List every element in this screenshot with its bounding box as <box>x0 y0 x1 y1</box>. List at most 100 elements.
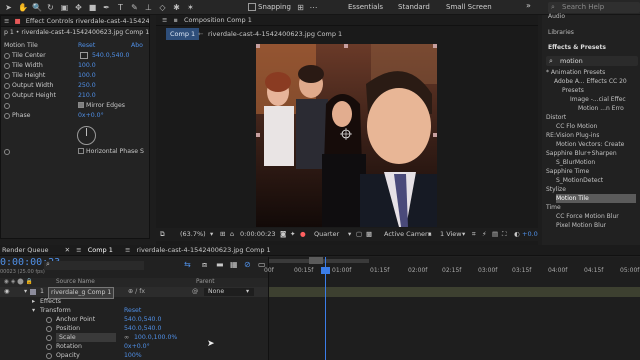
tree-item[interactable]: Presets <box>562 86 584 95</box>
transparency-grid-icon[interactable]: ▩ <box>366 228 372 241</box>
property-value[interactable]: 540.0,540.0 <box>124 324 161 333</box>
column-source-name[interactable]: Source Name <box>56 278 95 287</box>
rotate-tool-icon[interactable]: ↻ <box>46 3 55 12</box>
effects-presets-title[interactable]: Effects & Presets <box>548 43 606 52</box>
exposure-value[interactable]: +0.0 <box>522 228 538 241</box>
property-row-effects[interactable]: ▸ Effects <box>0 297 268 306</box>
transform-handle[interactable] <box>256 44 260 48</box>
toggle-view-icon[interactable]: ⌗ <box>472 228 476 241</box>
property-value[interactable]: 0x+0.0° <box>124 342 150 351</box>
tree-item[interactable]: Sapphire Time <box>546 167 589 176</box>
pan-behind-tool-icon[interactable]: ✥ <box>74 3 83 12</box>
tree-item[interactable]: CC Force Motion Blur <box>556 212 619 221</box>
draft-3d-icon[interactable]: ⧈ <box>202 260 207 270</box>
fast-preview-icon[interactable]: ⚡ <box>482 228 487 241</box>
tree-item[interactable]: Time <box>546 203 561 212</box>
camera-tool-icon[interactable]: ▣ <box>60 3 69 12</box>
comp-breadcrumb-tab[interactable]: Comp 1 <box>166 28 200 40</box>
stopwatch-icon[interactable] <box>4 53 10 59</box>
zoom-tool-icon[interactable]: 🔍 <box>32 3 42 12</box>
chevron-down-icon[interactable]: ▾ <box>348 228 351 241</box>
param-value[interactable]: 540.0,540.0 <box>92 51 129 61</box>
layer-label-color[interactable] <box>30 289 36 295</box>
color-channel-icon[interactable]: ● <box>300 228 306 241</box>
stopwatch-icon[interactable] <box>4 63 10 69</box>
timeline-layer-tab[interactable]: riverdale-cast-4-1542400623.jpg Comp 1 <box>137 246 271 254</box>
stopwatch-icon[interactable] <box>46 344 52 350</box>
stopwatch-icon[interactable] <box>46 335 52 341</box>
workspace-standard[interactable]: Standard <box>398 3 430 11</box>
stopwatch-icon[interactable] <box>46 317 52 323</box>
mask-icon[interactable]: ⌂ <box>230 228 234 241</box>
stopwatch-icon[interactable] <box>4 83 10 89</box>
close-icon[interactable]: ✕ <box>65 246 70 254</box>
chevron-down-icon[interactable]: ▾ <box>246 287 249 297</box>
constrain-link-icon[interactable]: ∞ <box>124 333 129 342</box>
clone-stamp-tool-icon[interactable]: ⊥ <box>144 3 153 12</box>
workspace-menu-icon[interactable]: » <box>526 1 531 10</box>
camera-dropdown[interactable]: Active Camera <box>384 228 432 241</box>
crosshair-icon[interactable] <box>80 52 88 59</box>
tree-item[interactable]: Motion Vectors: Create <box>556 140 624 149</box>
brush-tool-icon[interactable]: ✎ <box>130 3 139 12</box>
tree-item[interactable]: Image -...cial Effec <box>570 95 626 104</box>
puppet-tool-icon[interactable]: ✶ <box>186 3 195 12</box>
flowchart-icon[interactable]: ⛶ <box>502 228 507 241</box>
layer-switches-icon[interactable]: ⊕ / fx <box>128 287 145 297</box>
pickwhip-icon[interactable]: @ <box>192 287 198 297</box>
expand-chevron-icon[interactable]: ▾ <box>24 287 27 297</box>
tree-item-selected[interactable]: Motion Tile <box>556 194 636 203</box>
playhead-handle[interactable] <box>321 267 330 274</box>
effect-controls-tab[interactable]: ≡ ■ Effect Controls riverdale-cast-4-154… <box>1 16 149 27</box>
resolution-dropdown[interactable]: Quarter <box>314 228 339 241</box>
horizontal-phase-checkbox[interactable] <box>78 148 84 154</box>
snap-options-icon[interactable]: ⊞ <box>296 3 305 12</box>
phase-dial[interactable] <box>77 126 96 145</box>
composition-title[interactable]: Composition Comp 1 <box>184 16 252 24</box>
timeline-icon[interactable]: ▤ <box>492 228 498 241</box>
property-value[interactable]: 540.0,540.0 <box>124 315 161 324</box>
tree-item[interactable]: * Animation Presets <box>546 68 605 77</box>
tree-item[interactable]: Motion ...n Erro <box>578 104 624 113</box>
tree-item[interactable]: Pixel Motion Blur <box>556 221 606 230</box>
render-queue-tab[interactable]: Render Queue <box>2 246 49 254</box>
current-time[interactable]: 0:00:00:23 <box>240 228 276 241</box>
motion-blur-icon[interactable]: ⊘ <box>244 260 251 269</box>
stopwatch-icon[interactable] <box>4 149 10 155</box>
transform-handle[interactable] <box>344 44 348 48</box>
workspace-essentials[interactable]: Essentials <box>348 3 383 11</box>
mirror-edges-checkbox[interactable] <box>78 102 84 108</box>
tree-item[interactable]: RE:Vision Plug-ins <box>546 131 599 140</box>
composition-viewer-image[interactable] <box>256 44 437 227</box>
about-link[interactable]: Abo <box>131 41 143 51</box>
column-parent[interactable]: Parent <box>196 278 215 287</box>
property-row-transform[interactable]: ▾ Transform Reset <box>0 306 268 315</box>
param-value[interactable]: 250.0 <box>78 81 96 91</box>
stopwatch-icon[interactable] <box>4 113 10 119</box>
frame-blending-icon[interactable]: ▦ <box>230 260 238 269</box>
snapping-checkbox[interactable] <box>248 3 256 11</box>
zoom-dropdown[interactable]: (63.7%) <box>180 228 206 241</box>
expand-arrow-icon[interactable]: ▸ <box>32 297 35 306</box>
camera-snapshot-icon[interactable]: ◙ <box>280 228 286 241</box>
tree-item[interactable]: S_MotionDetect <box>556 176 603 185</box>
param-value[interactable]: 100.0 <box>78 71 96 81</box>
text-tool-icon[interactable]: T <box>116 3 125 12</box>
property-value[interactable]: 100.0,100.0% <box>134 333 177 342</box>
timeline-search-input[interactable]: ⌕ <box>44 260 144 270</box>
tree-item[interactable]: Adobe A... Effects CC 20 <box>554 77 627 86</box>
stopwatch-icon[interactable] <box>46 326 52 332</box>
tree-item[interactable]: Distort <box>546 113 566 122</box>
param-value[interactable]: 210.0 <box>78 91 96 101</box>
menu-icon[interactable]: ≡ <box>4 17 9 25</box>
selection-tool-icon[interactable]: ➤ <box>4 3 13 12</box>
chevron-down-icon[interactable]: ▾ <box>462 228 465 241</box>
shape-tool-icon[interactable]: ■ <box>88 3 97 12</box>
transform-handle[interactable] <box>256 133 260 137</box>
transform-reset-link[interactable]: Reset <box>124 306 141 315</box>
roto-brush-tool-icon[interactable]: ✱ <box>172 3 181 12</box>
tree-item[interactable]: Stylize <box>546 185 566 194</box>
transform-handle[interactable] <box>433 44 437 48</box>
property-value[interactable]: 100% <box>124 351 142 360</box>
chevron-down-icon[interactable]: ▾ <box>428 228 431 241</box>
